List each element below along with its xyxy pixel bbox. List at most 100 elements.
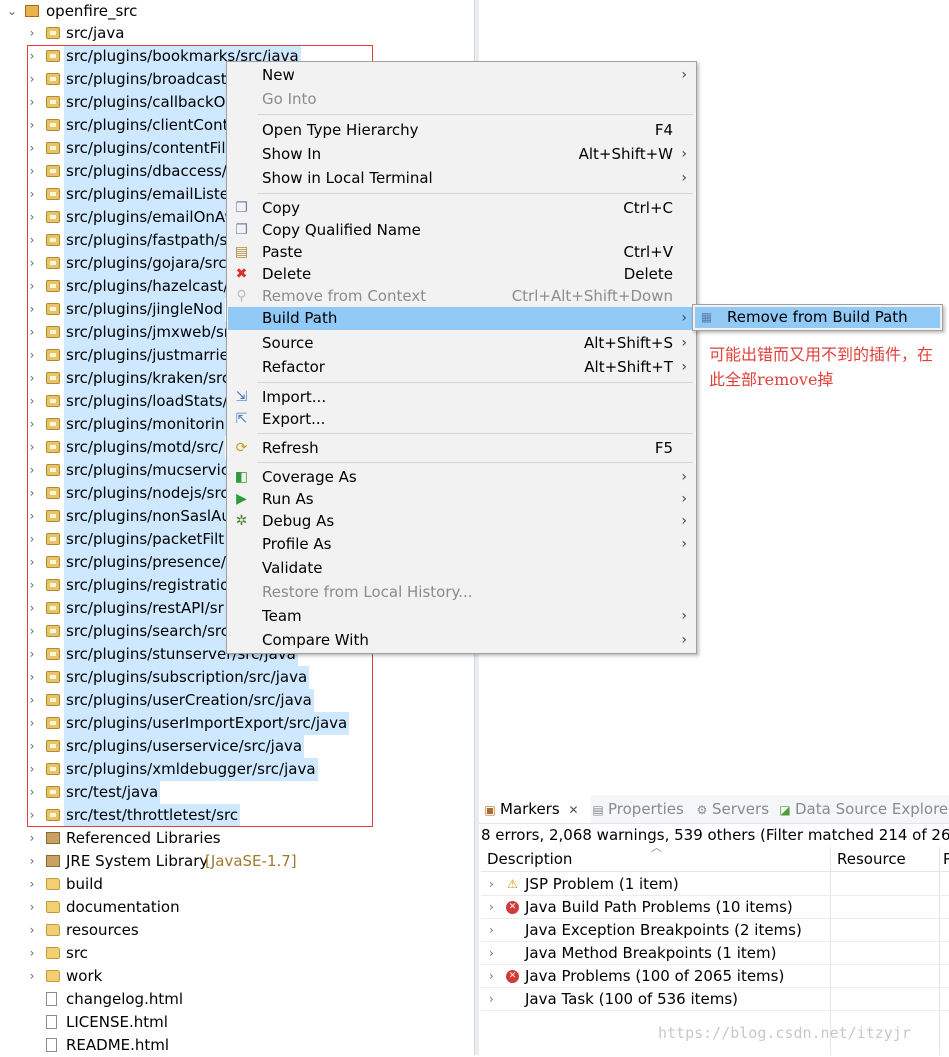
tree-item[interactable]: › documentation xyxy=(0,896,470,919)
tree-item[interactable]: › work xyxy=(0,965,470,988)
chevron-right-icon[interactable]: › xyxy=(26,666,38,689)
menu-item-export[interactable]: ⇱ Export... xyxy=(228,408,695,431)
menu-item-team[interactable]: Team › xyxy=(228,605,695,628)
menu-item-show-in-terminal[interactable]: Show in Local Terminal › xyxy=(228,167,695,190)
chevron-right-icon[interactable]: › xyxy=(26,758,38,781)
column-description[interactable]: Description xyxy=(487,847,572,871)
menu-item-debug-as[interactable]: ✲ Debug As › xyxy=(228,510,695,533)
menu-item-run-as[interactable]: ▶ Run As › xyxy=(228,488,695,511)
chevron-right-icon[interactable]: › xyxy=(26,551,38,574)
tree-item[interactable]: › src/test/throttletest/src xyxy=(0,804,470,827)
chevron-right-icon[interactable]: › xyxy=(26,275,38,298)
chevron-right-icon[interactable]: › xyxy=(26,896,38,919)
tree-item[interactable]: › src/plugins/userservice/src/java xyxy=(0,735,470,758)
chevron-right-icon[interactable]: › xyxy=(26,183,38,206)
chevron-right-icon[interactable]: › xyxy=(26,620,38,643)
tab-servers[interactable]: ⚙ Servers xyxy=(695,795,769,823)
tree-item[interactable]: › src/java xyxy=(0,22,470,45)
marker-row[interactable]: › Java Method Breakpoints (1 item) xyxy=(481,942,949,965)
menu-item-open-type-hierarchy[interactable]: Open Type Hierarchy F4 xyxy=(228,119,695,142)
menu-item-paste[interactable]: ▤ Paste Ctrl+V xyxy=(228,241,695,264)
tree-item[interactable]: › src/plugins/userImportExport/src/java xyxy=(0,712,470,735)
chevron-right-icon[interactable]: › xyxy=(26,827,38,850)
chevron-right-icon[interactable]: › xyxy=(26,804,38,827)
marker-row[interactable]: › Java Task (100 of 536 items) xyxy=(481,988,949,1011)
chevron-right-icon[interactable]: › xyxy=(26,367,38,390)
chevron-right-icon[interactable]: › xyxy=(26,160,38,183)
column-resource[interactable]: Resource xyxy=(837,847,906,871)
chevron-right-icon[interactable]: › xyxy=(26,781,38,804)
chevron-right-icon[interactable]: › xyxy=(26,45,38,68)
menu-item-new[interactable]: New › xyxy=(228,64,695,87)
chevron-right-icon[interactable]: › xyxy=(26,252,38,275)
marker-row[interactable]: › ✕ Java Build Path Problems (10 items) xyxy=(481,896,949,919)
chevron-right-icon[interactable]: › xyxy=(26,91,38,114)
chevron-right-icon[interactable]: › xyxy=(489,942,494,965)
chevron-right-icon[interactable]: › xyxy=(26,712,38,735)
chevron-right-icon[interactable]: › xyxy=(489,873,494,896)
chevron-right-icon[interactable]: › xyxy=(26,68,38,91)
menu-item-copy-qualified-name[interactable]: ❐ Copy Qualified Name xyxy=(228,219,695,242)
menu-item-coverage-as[interactable]: ◧ Coverage As › xyxy=(228,466,695,489)
chevron-right-icon[interactable]: › xyxy=(26,321,38,344)
menu-item-delete[interactable]: ✖ Delete Delete xyxy=(228,263,695,286)
marker-row[interactable]: › Java Exception Breakpoints (2 items) xyxy=(481,919,949,942)
chevron-right-icon[interactable]: › xyxy=(489,896,494,919)
chevron-right-icon[interactable]: › xyxy=(26,574,38,597)
menu-item-source[interactable]: Source Alt+Shift+S › xyxy=(228,332,695,355)
tree-item[interactable]: › src xyxy=(0,942,470,965)
chevron-right-icon[interactable]: › xyxy=(26,919,38,942)
tree-item[interactable]: › Referenced Libraries xyxy=(0,827,470,850)
menu-item-profile-as[interactable]: Profile As › xyxy=(228,533,695,556)
marker-row[interactable]: › ⚠ JSP Problem (1 item) xyxy=(481,873,949,896)
chevron-right-icon[interactable]: › xyxy=(26,873,38,896)
chevron-right-icon[interactable]: › xyxy=(489,965,494,988)
tree-item[interactable]: › resources xyxy=(0,919,470,942)
chevron-right-icon[interactable]: › xyxy=(26,482,38,505)
tree-item[interactable]: › src/test/java xyxy=(0,781,470,804)
chevron-right-icon[interactable]: › xyxy=(26,597,38,620)
tree-item[interactable]: › JRE System Library [JavaSE-1.7] xyxy=(0,850,470,873)
chevron-right-icon[interactable]: › xyxy=(26,137,38,160)
menu-item-copy[interactable]: ❐ Copy Ctrl+C xyxy=(228,197,695,220)
chevron-right-icon[interactable]: › xyxy=(26,528,38,551)
marker-row[interactable]: › ✕ Java Problems (100 of 2065 items) xyxy=(481,965,949,988)
menu-item-remove-from-build-path[interactable]: ▦ Remove from Build Path xyxy=(695,307,940,328)
menu-item-validate[interactable]: Validate xyxy=(228,557,695,580)
chevron-right-icon[interactable]: › xyxy=(26,735,38,758)
tab-properties[interactable]: ▤ Properties xyxy=(591,795,683,823)
tab-data-source-explorer[interactable]: ◪ Data Source Explorer xyxy=(778,795,949,823)
tree-item[interactable]: › src/plugins/xmldebugger/src/java xyxy=(0,758,470,781)
tree-item[interactable]: LICENSE.html xyxy=(0,1011,470,1034)
chevron-right-icon[interactable]: › xyxy=(26,229,38,252)
chevron-right-icon[interactable]: › xyxy=(26,114,38,137)
chevron-right-icon[interactable]: › xyxy=(26,965,38,988)
tree-item[interactable]: › src/plugins/subscription/src/java xyxy=(0,666,470,689)
tab-markers[interactable]: ▣ Markers ✕ xyxy=(479,795,591,823)
chevron-right-icon[interactable]: › xyxy=(26,689,38,712)
chevron-right-icon[interactable]: › xyxy=(26,206,38,229)
tree-project-row[interactable]: ⌄ openfire_src xyxy=(0,0,470,23)
menu-item-show-in[interactable]: Show In Alt+Shift+W › xyxy=(228,143,695,166)
tree-item[interactable]: › build xyxy=(0,873,470,896)
tree-item[interactable]: README.html xyxy=(0,1034,470,1057)
chevron-right-icon[interactable]: › xyxy=(26,850,38,873)
chevron-right-icon[interactable]: › xyxy=(26,413,38,436)
close-icon[interactable]: ✕ xyxy=(568,803,578,817)
chevron-right-icon[interactable]: › xyxy=(26,22,38,45)
tree-item[interactable]: changelog.html xyxy=(0,988,470,1011)
chevron-right-icon[interactable]: › xyxy=(489,988,494,1011)
menu-item-import[interactable]: ⇲ Import... xyxy=(228,386,695,409)
chevron-right-icon[interactable]: › xyxy=(26,505,38,528)
chevron-right-icon[interactable]: › xyxy=(26,390,38,413)
column-path[interactable]: P xyxy=(943,847,949,871)
tree-item[interactable]: › src/plugins/userCreation/src/java xyxy=(0,689,470,712)
chevron-right-icon[interactable]: › xyxy=(489,919,494,942)
chevron-right-icon[interactable]: › xyxy=(26,298,38,321)
menu-item-build-path[interactable]: Build Path › xyxy=(228,307,695,330)
menu-item-refactor[interactable]: Refactor Alt+Shift+T › xyxy=(228,356,695,379)
menu-item-refresh[interactable]: ⟳ Refresh F5 xyxy=(228,437,695,460)
chevron-right-icon[interactable]: › xyxy=(26,942,38,965)
chevron-right-icon[interactable]: › xyxy=(26,344,38,367)
chevron-down-icon[interactable]: ⌄ xyxy=(6,0,18,23)
